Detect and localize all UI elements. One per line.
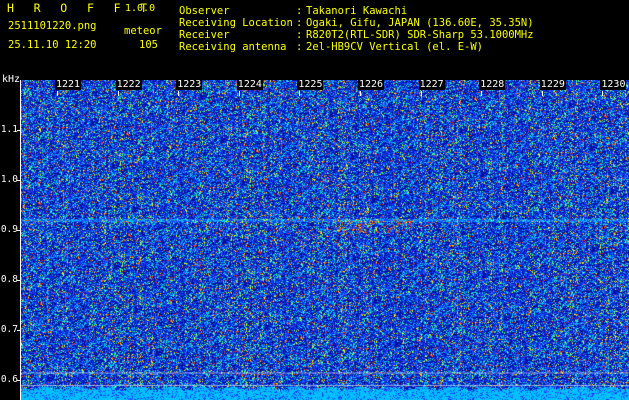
y-tick-label: 0.7 — [0, 324, 18, 335]
y-tick-mark — [17, 280, 21, 281]
y-tick-mark — [17, 230, 21, 231]
waterfall-spectrogram — [21, 80, 629, 400]
capture-timestamp: 25.11.10 12:20 — [8, 39, 97, 51]
antenna-label: Receiving antenna — [179, 41, 287, 53]
location-label: Receiving Location — [179, 17, 293, 29]
location-value: Ogaki, Gifu, JAPAN (136.60E, 35.35N) — [306, 17, 534, 29]
antenna-colon: : — [296, 41, 303, 53]
header-panel: H R O F F T 1.0.0 2511101220.png 25.11.1… — [0, 0, 629, 76]
y-tick-mark — [17, 330, 21, 331]
x-tick-label: 1221 — [55, 79, 82, 90]
location-colon: : — [296, 17, 303, 29]
x-tick-label: 1229 — [539, 79, 566, 90]
x-tick-label: 1223 — [176, 79, 203, 90]
receiver-colon: : — [296, 29, 303, 41]
x-tick-mark — [299, 91, 301, 96]
y-tick-label: 1.0 — [0, 174, 18, 185]
x-tick-label: 1224 — [236, 79, 263, 90]
x-tick-label: 1230 — [600, 79, 627, 90]
observer-value: Takanori Kawachi — [306, 5, 408, 17]
x-tick-mark — [541, 91, 543, 96]
x-tick-mark — [481, 91, 483, 96]
meteor-count: 105 — [139, 39, 158, 51]
receiver-value: R820T2(RTL-SDR) SDR-Sharp 53.1000MHz — [306, 29, 534, 41]
y-tick-mark — [17, 180, 21, 181]
x-tick-mark — [117, 91, 119, 96]
observer-colon: : — [296, 5, 303, 17]
x-tick-label: 1226 — [358, 79, 385, 90]
x-tick-mark — [238, 91, 240, 96]
x-tick-label: 1228 — [479, 79, 506, 90]
receiver-label: Receiver — [179, 29, 230, 41]
antenna-value: 2el-HB9CV Vertical (el. E-W) — [306, 41, 484, 53]
y-axis-line — [20, 80, 21, 400]
app-version: 1.0.0 — [125, 3, 156, 14]
y-tick-label: 1.1 — [0, 124, 18, 135]
y-tick-label: 0.9 — [0, 224, 18, 235]
x-tick-mark — [360, 91, 361, 96]
x-tick-mark — [178, 91, 180, 96]
capture-filename: 2511101220.png — [8, 20, 97, 32]
x-tick-label: 1227 — [418, 79, 445, 90]
x-tick-mark — [57, 91, 58, 96]
x-tick-label: 1222 — [115, 79, 142, 90]
x-tick-label: 1225 — [297, 79, 324, 90]
y-axis-unit: kHz — [2, 74, 21, 85]
x-tick-mark — [602, 91, 604, 96]
x-tick-mark — [420, 91, 422, 96]
y-tick-mark — [17, 130, 21, 131]
observer-label: Observer — [179, 5, 230, 17]
meteor-label: meteor — [124, 25, 162, 37]
y-tick-mark — [17, 380, 21, 381]
y-tick-label: 0.6 — [0, 374, 18, 385]
y-tick-label: 0.8 — [0, 274, 18, 285]
